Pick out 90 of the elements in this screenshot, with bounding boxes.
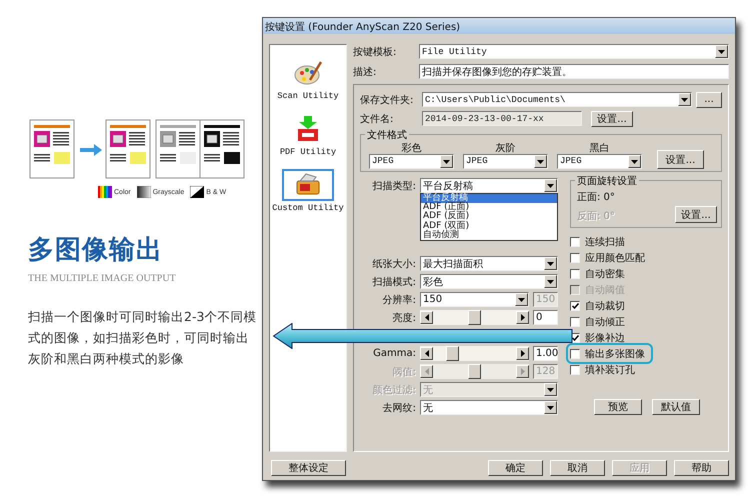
value-field[interactable]: 0 [533, 310, 558, 325]
left-arrow-icon [424, 314, 428, 321]
browse-button[interactable]: ... [696, 92, 722, 108]
field-label: 亮度: [392, 312, 416, 324]
promo-subtitle: THE MULTIPLE IMAGE OUTPUT [28, 273, 177, 284]
footer-button[interactable]: 帮助 [674, 460, 729, 476]
field-label: 纸张大小: [372, 258, 416, 270]
field-label: 去网纹: [382, 402, 416, 414]
option-select[interactable]: 最大扫描面积 [420, 256, 558, 271]
promo-title: 多图像输出 [28, 234, 164, 267]
field-label: 扫描模式: [372, 276, 416, 288]
scan-type-select[interactable]: 平台反射稿 [420, 178, 558, 193]
dropdown-arrow-icon [681, 98, 688, 102]
promo-description: 扫描一个图像时可同时输出2-3个不同模式的图像，如扫描彩色时，可同时输出灰阶和黑白两种模式的影像 [28, 308, 258, 368]
format-select[interactable]: JPEG [557, 154, 642, 169]
dropdown-option[interactable]: 自动侦测 [421, 230, 557, 240]
dropdown-option[interactable]: 平台反射稿 [421, 194, 557, 204]
window-title: 按键设置 (Founder AnyScan Z20 Series) [263, 18, 735, 34]
sidebar-item[interactable]: PDF Utility [280, 113, 336, 157]
dropdown-arrow-icon [631, 160, 638, 164]
slider-thumb[interactable] [468, 310, 481, 325]
panel-button[interactable]: 预览 [594, 399, 642, 415]
rotation-settings-button[interactable]: 设置... [675, 206, 717, 223]
pdf-download-icon [296, 116, 320, 142]
sidebar-item[interactable]: Scan Utility [277, 57, 339, 101]
option-checkbox[interactable]: 连续扫描 [570, 235, 625, 248]
option-checkbox[interactable]: 应用颜色匹配 [570, 251, 645, 264]
group-title: 页面旋转设置 [575, 174, 639, 188]
right-arrow-icon [520, 368, 524, 375]
dropdown-arrow-icon [547, 184, 554, 188]
dropdown-option[interactable]: ADF (反面) [421, 212, 557, 222]
dropdown-arrow-icon [718, 50, 725, 54]
left-arrow-icon [424, 350, 428, 357]
gradient-swatch-icon [136, 186, 151, 198]
option-checkbox[interactable]: 自动密集 [570, 267, 625, 280]
description-field[interactable]: 扫描并保存图像到您的存贮装置。 [419, 64, 729, 79]
rainbow-swatch-icon [98, 186, 112, 198]
right-arrow-icon [520, 350, 524, 357]
field-label: 扫描类型: [372, 180, 416, 192]
field-label: 文件名: [360, 112, 394, 126]
footer-button[interactable]: 确定 [488, 460, 543, 476]
field-label: 按键模板: [353, 46, 398, 58]
option-checkbox[interactable]: 自动倾正 [570, 315, 625, 328]
rotation-front-text: 正面: 0° [577, 191, 616, 204]
resolution-select[interactable]: 150 [420, 292, 529, 307]
scanner-icon [294, 173, 322, 197]
dropdown-arrow-icon [547, 280, 554, 284]
file-name-field[interactable]: 2014-09-23-13-00-17-xx [422, 111, 582, 126]
dropdown-arrow-icon [518, 298, 525, 302]
column-heading: 黑白 [588, 143, 610, 154]
dropdown-arrow-icon [547, 388, 554, 392]
dropdown-option[interactable]: ADF (双面) [421, 222, 557, 231]
left-arrow-icon [424, 368, 428, 375]
field-label: 阈值: [392, 366, 416, 378]
format-select[interactable]: JPEG [463, 154, 548, 169]
option-checkbox[interactable]: 填补装订孔 [570, 363, 635, 376]
check-icon [572, 334, 578, 340]
format-settings-button[interactable]: 设置... [657, 150, 704, 169]
field-label: 颜色过滤: [372, 384, 416, 396]
option-checkbox[interactable]: 自动裁切 [570, 299, 625, 312]
rotation-back-text: 反面: 0° [577, 210, 616, 223]
group-title: 文件格式 [365, 128, 409, 142]
file-name-settings-button[interactable]: 设置... [591, 110, 633, 126]
dropdown-arrow-icon [547, 406, 554, 410]
contrast-swatch-icon [190, 186, 204, 198]
slider[interactable] [420, 346, 529, 361]
field-label: Gamma: [372, 348, 416, 359]
dropdown-arrow-icon [547, 262, 554, 266]
panel-button[interactable]: 默认值 [652, 399, 700, 415]
dropdown-arrow-icon [443, 160, 450, 164]
folder-select[interactable]: C:\Users\Public\Documents\ [422, 92, 692, 107]
dropdown-arrow-icon [537, 160, 544, 164]
field-label: 分辨率: [382, 294, 416, 306]
template-select[interactable]: File Utility [419, 44, 729, 59]
slider[interactable] [420, 310, 529, 325]
right-arrow-icon [520, 314, 524, 321]
field-label: 保存文件夹: [360, 94, 414, 106]
column-heading: 灰阶 [494, 143, 516, 154]
option-select[interactable]: 无 [420, 400, 558, 415]
global-settings-button[interactable]: 整体设定 [271, 460, 346, 476]
option-checkbox[interactable]: 影像补边 [570, 331, 625, 344]
field-label: 描述: [353, 66, 378, 78]
palette-icon [294, 60, 322, 86]
value-field[interactable]: 1.00 [533, 346, 558, 361]
column-heading: 彩色 [400, 143, 422, 154]
slider-thumb[interactable] [446, 346, 460, 361]
option-select[interactable]: 彩色 [420, 274, 558, 289]
format-select[interactable]: JPEG [369, 154, 454, 169]
check-icon [572, 302, 578, 308]
footer-button[interactable]: 取消 [550, 460, 605, 476]
